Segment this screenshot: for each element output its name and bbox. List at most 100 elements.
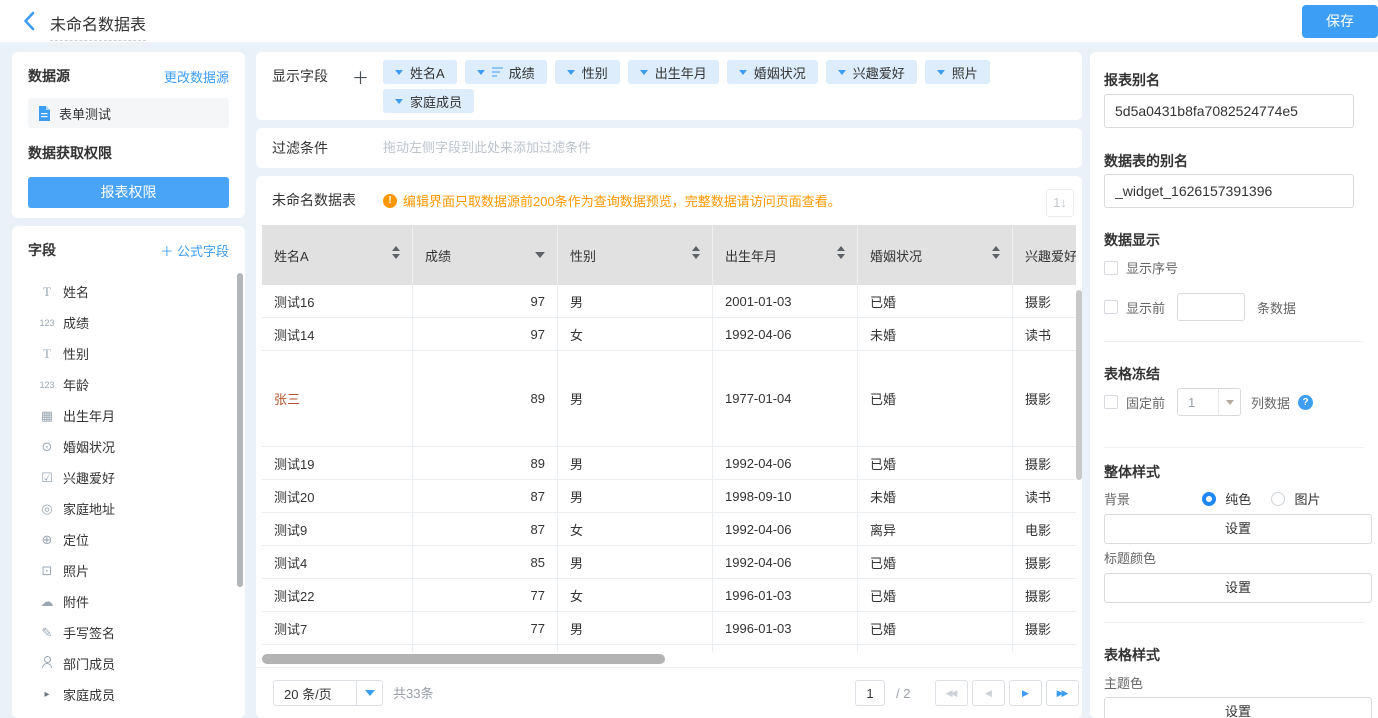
column-header[interactable]: 成绩 [413,225,558,285]
field-item[interactable]: ⊡照片 [28,555,229,586]
display-field-chip[interactable]: 家庭成员 [383,89,474,113]
sort-toggle-icon[interactable] [692,246,700,259]
field-item[interactable]: ◎家庭地址 [28,493,229,524]
number-field-icon: 123 [36,380,58,390]
add-formula-field-link[interactable]: ＋ 公式字段 [160,241,229,260]
show-first-checkbox[interactable] [1104,300,1118,314]
help-icon[interactable]: ? [1298,395,1313,410]
display-field-chip[interactable]: 性别 [555,60,620,84]
fields-panel: 字段 ＋ 公式字段 T姓名123成绩T性别123年龄▦出生年月⊙婚姻状况☑兴趣爱… [12,226,245,718]
total-pages-label: / 2 [896,668,910,718]
field-item[interactable]: ☁附件 [28,586,229,617]
column-header[interactable]: 姓名A [262,225,413,285]
table-vertical-scrollbar[interactable] [1076,290,1082,480]
prev-page-button[interactable]: ◀ [972,680,1005,706]
chevron-down-icon [477,70,485,75]
display-field-chip[interactable]: 姓名A [383,60,457,84]
field-item[interactable]: 部门成员 [28,648,229,679]
display-field-chip-label: 婚姻状况 [754,63,806,82]
sort-order-button[interactable]: 1↓ [1046,189,1074,217]
table-row: 测试987女1992-04-06离异电影 [262,513,1076,546]
display-field-chip[interactable]: 照片 [925,60,990,84]
column-header[interactable]: 性别 [558,225,713,285]
filter-dropzone-placeholder[interactable]: 拖动左侧字段到此处来添加过滤条件 [383,128,591,168]
sort-toggle-icon[interactable] [992,246,1000,259]
table-cell: 张三 [262,351,413,446]
table-cell: 1992-04-06 [713,318,858,350]
table-cell: 已婚 [858,285,1013,317]
chevron-down-icon [739,70,747,75]
sort-desc-icon[interactable] [535,252,545,258]
freeze-count-select[interactable]: 1 [1177,388,1241,416]
preview-warning: ! 编辑界面只取数据源前200条作为查询数据预览，完整数据请访问页面查看。 [383,191,841,210]
page-title[interactable]: 未命名数据表 [50,11,146,41]
field-item[interactable]: ▦出生年月 [28,400,229,431]
theme-color-set-button[interactable]: 设置 [1104,697,1372,718]
save-button[interactable]: 保存 [1302,5,1378,38]
page-number-input[interactable] [855,680,885,706]
table-alias-input[interactable] [1104,174,1354,208]
column-header[interactable]: 出生年月 [713,225,858,285]
field-item-label: 部门成员 [63,654,115,673]
next-page-button[interactable]: ▶ [1009,680,1042,706]
field-list: T姓名123成绩T性别123年龄▦出生年月⊙婚姻状况☑兴趣爱好◎家庭地址⊕定位⊡… [28,276,229,710]
column-header-label: 兴趣爱好 [1025,246,1076,265]
show-index-checkbox[interactable] [1104,261,1118,275]
field-item[interactable]: 123年龄 [28,369,229,400]
display-field-chip[interactable]: 婚姻状况 [727,60,818,84]
last-page-button[interactable]: ▶▶ [1046,680,1079,706]
column-header[interactable]: 兴趣爱好 [1013,225,1076,285]
field-item[interactable]: ▸家庭成员 [28,679,229,710]
page-size-select[interactable]: 20 条/页 [273,680,383,706]
sort-toggle-icon[interactable] [837,246,845,259]
report-permission-button[interactable]: 报表权限 [28,177,229,208]
table-style-title: 表格样式 [1104,645,1160,665]
table-row: 测试777男1996-01-03已婚摄影 [262,612,1076,645]
table-cell: 测试9 [262,513,413,545]
table-cell: 读书 [1013,480,1076,512]
freeze-checkbox[interactable] [1104,395,1118,409]
sort-toggle-icon[interactable] [392,246,400,259]
background-row: 背景 纯色 图片 [1104,489,1372,508]
field-item[interactable]: ⊙婚姻状况 [28,431,229,462]
display-field-chip[interactable]: 兴趣爱好 [826,60,917,84]
column-header[interactable]: 婚姻状况 [858,225,1013,285]
field-item[interactable]: T性别 [28,338,229,369]
column-header-label: 性别 [570,246,596,265]
address-field-icon: ◎ [36,501,58,517]
table-cell: 测试17 [262,645,413,652]
warning-icon: ! [383,194,397,208]
pagination-bar: 20 条/页 共33条 / 2 ◀◀ ◀ ▶ ▶▶ [256,667,1082,718]
table-cell: 读书 [1013,318,1076,350]
solid-color-radio[interactable] [1202,492,1216,506]
first-page-button[interactable]: ◀◀ [935,680,968,706]
table-cell: 已婚 [858,351,1013,446]
image-label: 图片 [1295,492,1321,507]
field-item[interactable]: ✎手写签名 [28,617,229,648]
freeze-label: 固定前 [1126,393,1165,412]
field-item[interactable]: T姓名 [28,276,229,307]
back-icon[interactable] [22,11,38,31]
fields-scrollbar[interactable] [237,273,243,587]
table-horizontal-scrollbar[interactable] [262,654,665,664]
report-alias-input[interactable] [1104,94,1354,128]
display-fields-panel: 显示字段 ＋ 姓名A成绩性别出生年月婚姻状况兴趣爱好照片家庭成员 [256,52,1082,120]
show-first-count-input[interactable] [1177,293,1245,321]
text-field-icon: T [36,284,58,300]
field-item[interactable]: ⊕定位 [28,524,229,555]
table-alias-label: 数据表的别名 [1104,151,1188,171]
field-item[interactable]: 123成绩 [28,307,229,338]
title-color-set-button[interactable]: 设置 [1104,573,1372,603]
field-item[interactable]: ☑兴趣爱好 [28,462,229,493]
display-field-chip[interactable]: 成绩 [465,60,547,84]
table-cell: 71 [413,645,558,652]
add-display-field-button[interactable]: ＋ [352,64,369,89]
data-permission-title: 数据获取权限 [28,143,229,163]
display-field-chip[interactable]: 出生年月 [628,60,719,84]
background-set-button[interactable]: 设置 [1104,514,1372,544]
table-cell: 1992-04-06 [713,513,858,545]
datasource-item[interactable]: 表单测试 [28,98,229,128]
table-cell: 测试16 [262,285,413,317]
change-datasource-link[interactable]: 更改数据源 [164,67,229,86]
image-radio[interactable] [1271,492,1285,506]
